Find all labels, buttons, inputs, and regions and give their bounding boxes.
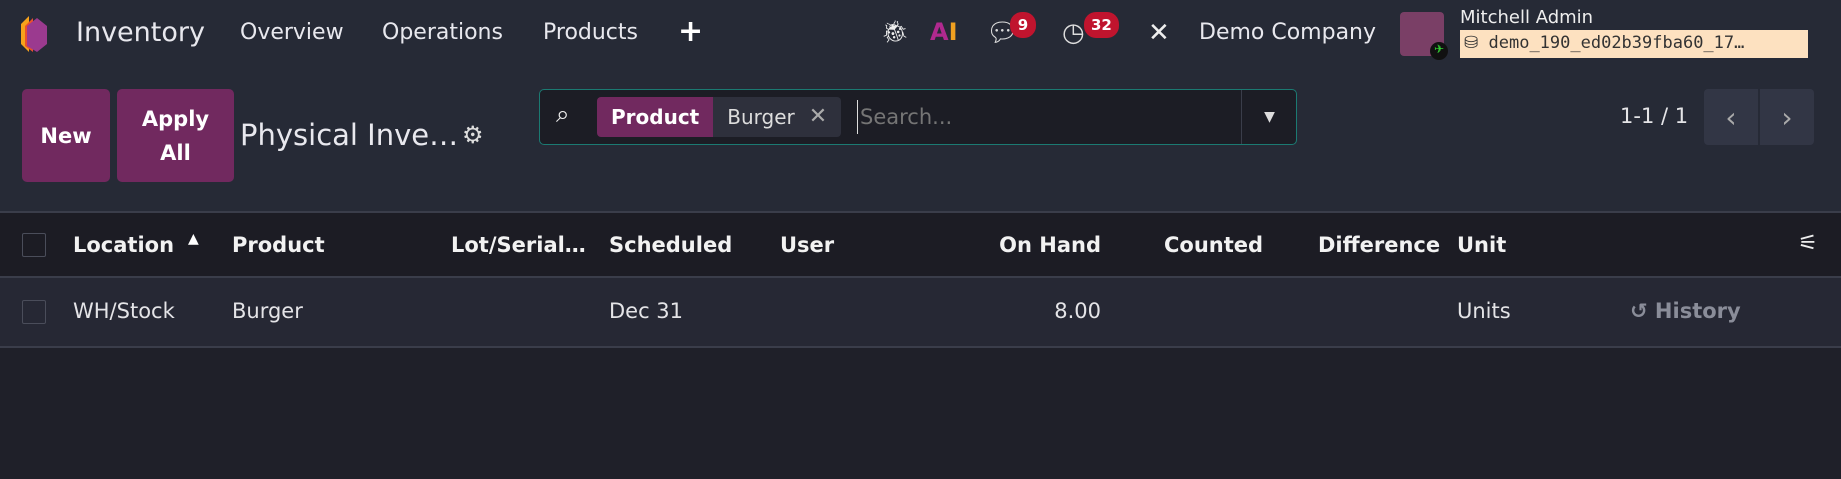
apply-all-button[interactable]: Apply All bbox=[117, 89, 234, 182]
tools-icon[interactable]: ✕ bbox=[1148, 18, 1170, 48]
menu-operations[interactable]: Operations bbox=[382, 20, 503, 45]
optional-columns-icon[interactable]: ⚟ bbox=[1798, 231, 1818, 256]
user-name[interactable]: Mitchell Admin bbox=[1460, 7, 1593, 28]
column-product[interactable]: Product bbox=[232, 233, 325, 257]
search-bar: ⌕ Product Burger ✕ ▼ bbox=[539, 89, 1297, 145]
new-button[interactable]: New bbox=[22, 89, 110, 182]
column-user[interactable]: User bbox=[780, 233, 834, 257]
status-icon: ✈ bbox=[1430, 42, 1448, 60]
activity-badge: 32 bbox=[1084, 12, 1119, 38]
bug-icon[interactable]: 🐞︎ bbox=[881, 20, 909, 45]
inventory-logo-icon[interactable] bbox=[19, 16, 49, 52]
column-lot-serial[interactable]: Lot/Serial… bbox=[451, 233, 586, 257]
pager-value[interactable]: 1-1 / 1 bbox=[1620, 104, 1688, 128]
plus-icon[interactable]: + bbox=[678, 14, 703, 49]
cell-on-hand: 8.00 bbox=[1054, 299, 1101, 323]
column-on-hand[interactable]: On Hand bbox=[999, 233, 1101, 257]
cell-product: Burger bbox=[232, 299, 303, 323]
clock-icon[interactable]: ◷ bbox=[1062, 18, 1085, 48]
company-switcher[interactable]: Demo Company bbox=[1199, 20, 1376, 45]
history-icon: ↺ bbox=[1630, 299, 1648, 323]
search-icon[interactable]: ⌕ bbox=[556, 100, 569, 128]
history-button[interactable]: ↺ History bbox=[1630, 299, 1741, 323]
cell-location: WH/Stock bbox=[73, 299, 175, 323]
search-input[interactable] bbox=[857, 100, 1257, 134]
column-location[interactable]: Location bbox=[73, 233, 174, 257]
page-title: Physical Inve… bbox=[240, 118, 459, 152]
previous-page-button[interactable]: ‹ bbox=[1704, 89, 1758, 145]
column-scheduled[interactable]: Scheduled bbox=[609, 233, 732, 257]
next-page-button[interactable]: › bbox=[1760, 89, 1814, 145]
history-label: History bbox=[1654, 299, 1741, 323]
select-all-checkbox[interactable] bbox=[22, 233, 46, 257]
search-toggle-icon[interactable]: ▼ bbox=[1241, 90, 1297, 144]
search-facet: Product Burger ✕ bbox=[597, 97, 842, 137]
chat-badge: 9 bbox=[1010, 12, 1036, 38]
cell-unit: Units bbox=[1457, 299, 1511, 323]
menu-overview[interactable]: Overview bbox=[240, 20, 344, 45]
gear-icon[interactable]: ⚙ bbox=[462, 121, 484, 149]
database-icon: ⛁ bbox=[1464, 33, 1479, 53]
menu-products[interactable]: Products bbox=[543, 20, 638, 45]
remove-facet-icon[interactable]: ✕ bbox=[808, 97, 842, 137]
cell-scheduled: Dec 31 bbox=[609, 299, 684, 323]
app-name[interactable]: Inventory bbox=[76, 17, 205, 48]
database-name: demo_190_ed02b39fba60_17… bbox=[1488, 33, 1745, 53]
table-row[interactable]: WH/Stock Burger Dec 31 8.00 Units ↺ Hist… bbox=[0, 278, 1841, 348]
row-checkbox[interactable] bbox=[22, 300, 46, 324]
column-difference[interactable]: Difference bbox=[1318, 233, 1440, 257]
column-counted[interactable]: Counted bbox=[1164, 233, 1263, 257]
sort-ascending-icon: ▲ bbox=[188, 231, 199, 247]
table-header: Location ▲ Product Lot/Serial… Scheduled… bbox=[0, 211, 1841, 278]
facet-value: Burger bbox=[713, 97, 809, 137]
ai-icon[interactable]: AI bbox=[930, 18, 958, 46]
facet-label: Product bbox=[597, 97, 714, 137]
column-unit[interactable]: Unit bbox=[1457, 233, 1506, 257]
